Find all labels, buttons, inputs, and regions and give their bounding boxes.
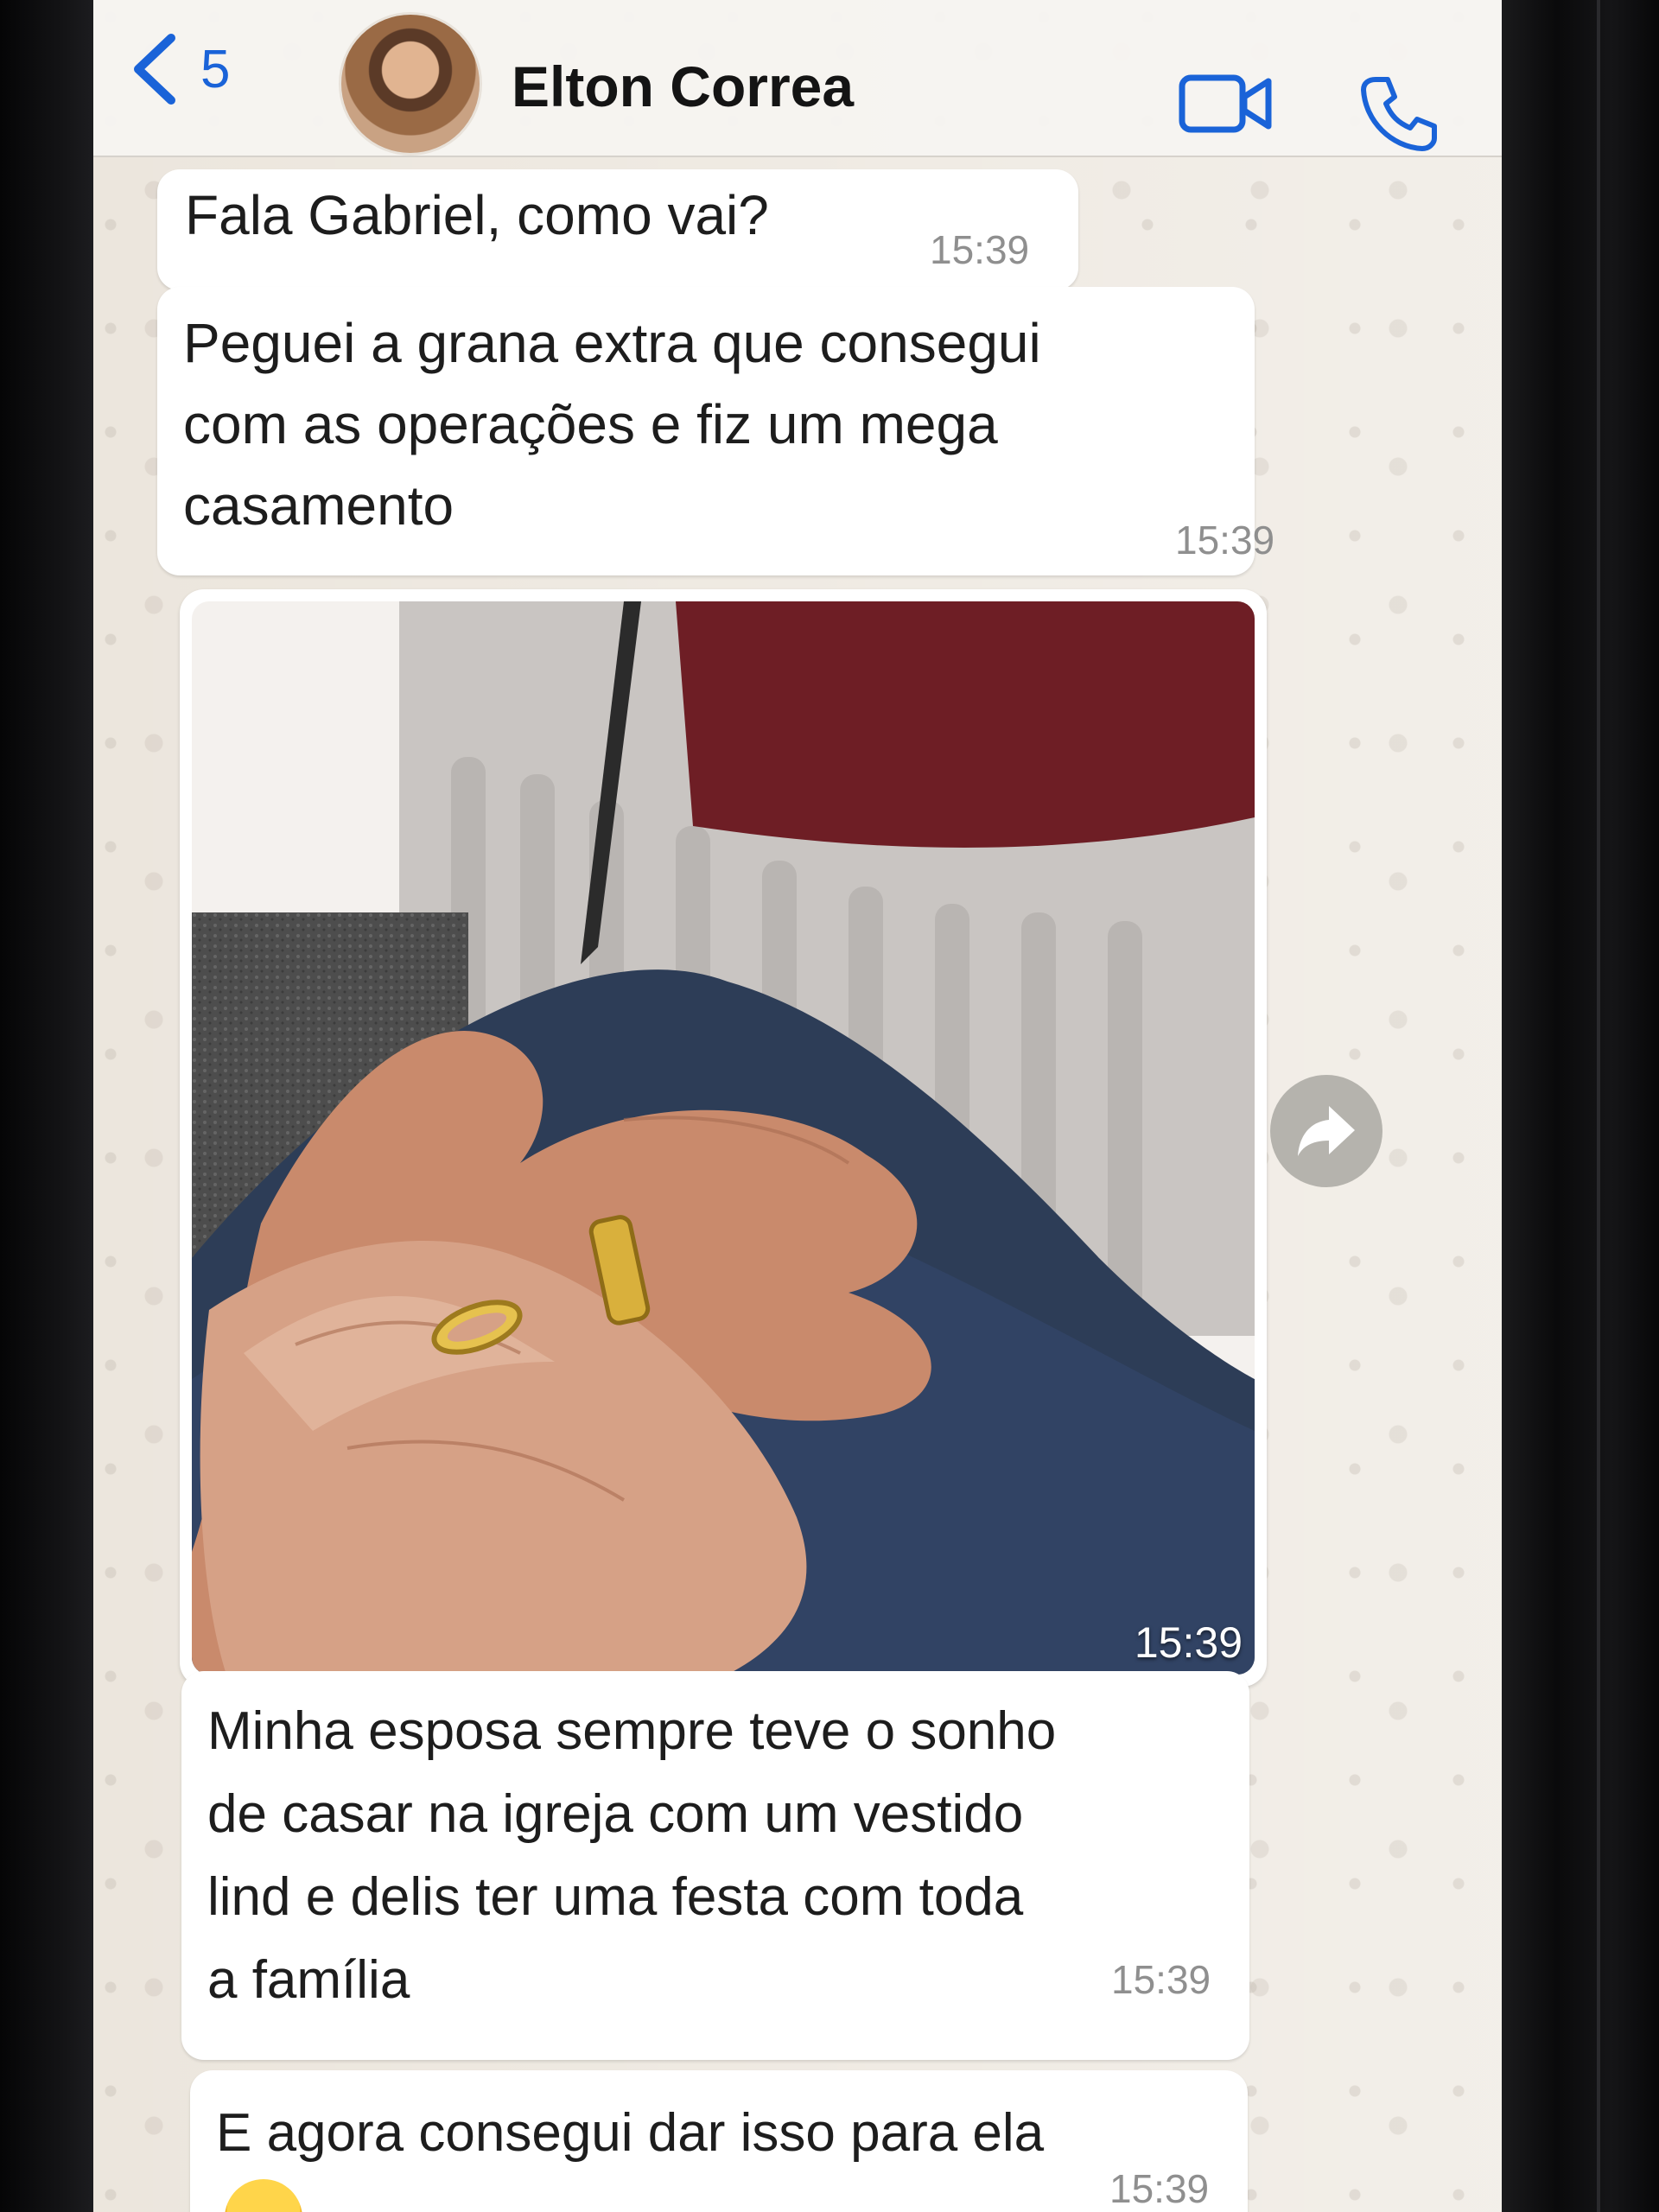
message-text: Peguei a grana extra que consegui com as… — [183, 312, 1041, 537]
phone-call-icon[interactable] — [1360, 74, 1438, 152]
contact-name[interactable]: Elton Correa — [512, 54, 854, 119]
message-time: 15:39 — [1175, 518, 1275, 563]
message-text: E agora consegui dar isso para ela — [216, 2103, 1045, 2163]
message-time: 15:39 — [930, 227, 1030, 272]
back-button[interactable]: 5 — [130, 34, 231, 105]
forward-button[interactable] — [1270, 1075, 1382, 1187]
message-time: 15:39 — [1111, 1957, 1211, 2002]
video-call-icon[interactable] — [1179, 69, 1274, 138]
phone-bezel-right — [1502, 0, 1659, 2212]
photo-image — [192, 601, 1255, 1675]
phone-bezel-left — [0, 0, 93, 2212]
image-message[interactable]: 15:39 — [180, 589, 1267, 1687]
message-bubble[interactable]: Fala Gabriel, como vai? 15:39 — [157, 169, 1078, 290]
chat-header: 5 Elton Correa — [93, 0, 1502, 157]
chevron-left-icon — [134, 34, 175, 105]
avatar[interactable] — [339, 12, 482, 156]
message-bubble[interactable]: E agora consegui dar isso para ela 15:39 — [190, 2070, 1248, 2212]
forward-icon — [1298, 1106, 1355, 1156]
photo-of-hands-with-rings[interactable] — [192, 601, 1255, 1675]
message-bubble[interactable]: Peguei a grana extra que consegui com as… — [157, 287, 1274, 575]
message-bubble[interactable]: Minha esposa sempre teve o sonho de casa… — [181, 1671, 1249, 2060]
message-text: Minha esposa sempre teve o sonho de casa… — [207, 1701, 1057, 2010]
message-time: 15:39 — [1109, 2166, 1210, 2211]
chat-screen: 5 Elton Correa Fala Gabriel, como vai? 1… — [93, 0, 1502, 2212]
image-time: 15:39 — [1134, 1618, 1243, 1667]
message-text: Fala Gabriel, como vai? — [185, 184, 769, 246]
unread-count: 5 — [200, 39, 231, 99]
